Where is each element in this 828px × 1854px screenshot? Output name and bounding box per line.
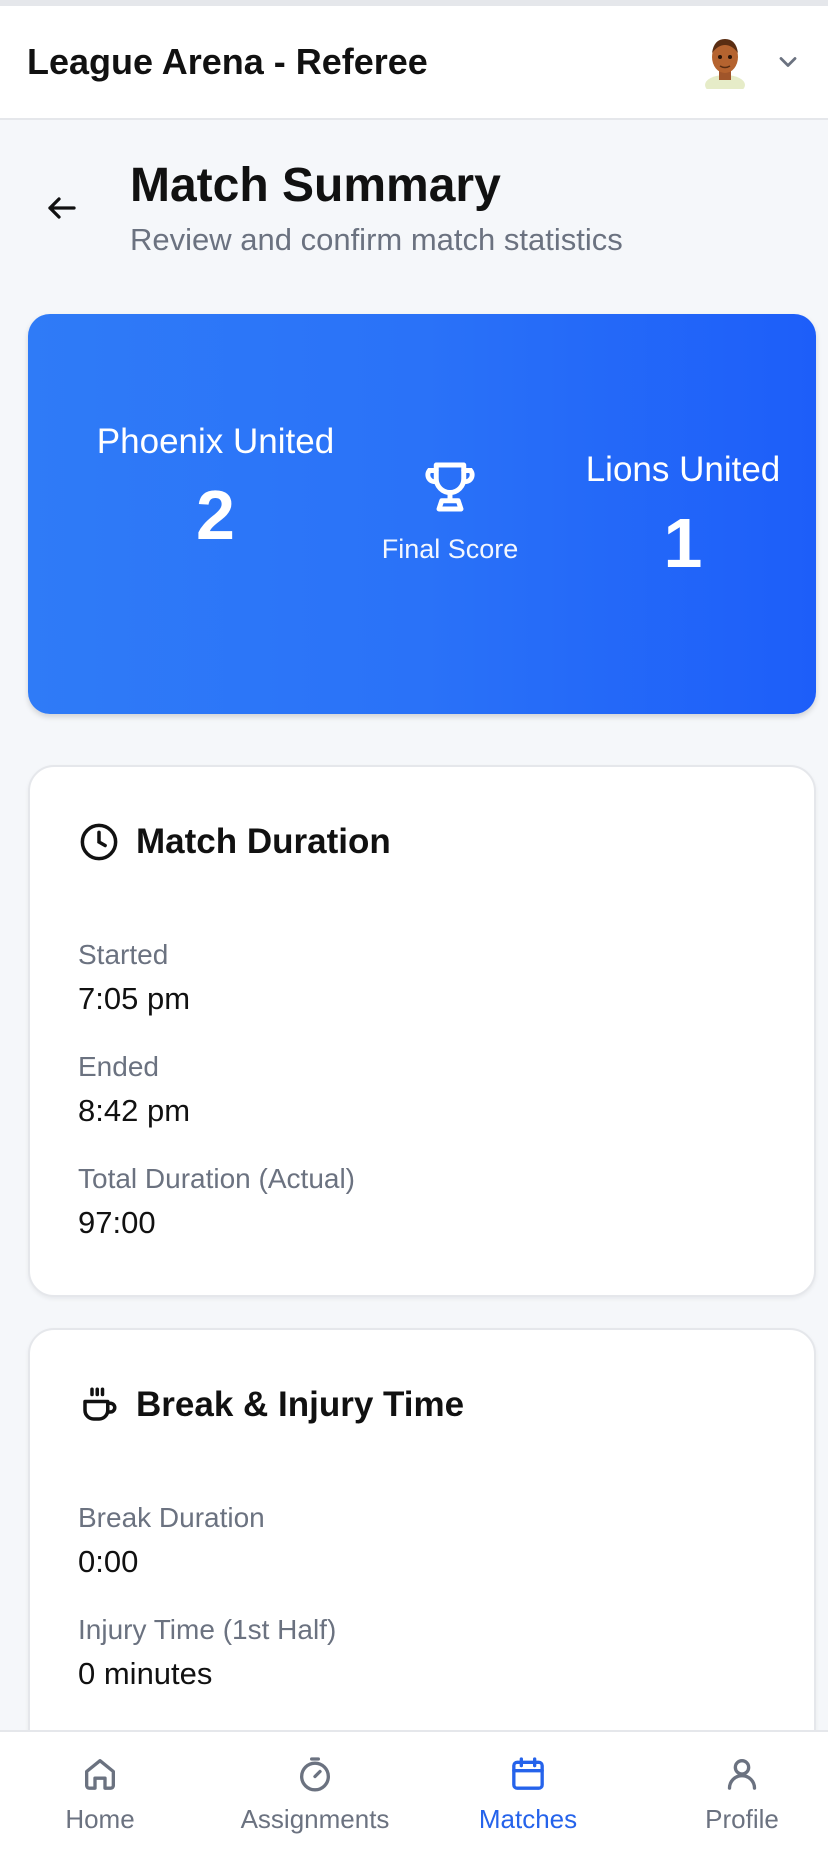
started-label: Started [78,939,169,970]
final-score-card: Phoenix United 2 Final Score Lions Unite… [28,314,816,714]
break-injury-header: Break & Injury Time [78,1384,464,1426]
started-value: 7:05 pm [78,981,191,1016]
injury-time-first-half-label: Injury Time (1st Half) [78,1614,337,1645]
nav-assignments[interactable]: Assignments [230,1732,400,1854]
user-icon [727,1759,757,1790]
break-injury-title: Break & Injury Time [136,1385,465,1424]
nav-assignments-label: Assignments [240,1804,390,1834]
nav-home[interactable]: Home [40,1732,160,1854]
clock-icon [80,823,118,861]
page-title: Match Summary [130,159,501,212]
app-bar: League Arena - Referee [0,6,828,120]
break-duration-value: 0:00 [78,1544,139,1579]
home-team-score: 2 [196,476,235,554]
chevron-down-icon[interactable] [774,48,802,76]
final-score-label-group: Final Score [346,454,554,565]
bottom-navigation: Home Assignments Matches Profile [0,1730,828,1854]
match-duration-header: Match Duration [78,821,391,863]
total-duration-value: 97:00 [78,1205,156,1240]
injury-time-first-half-value: 0 minutes [78,1656,213,1691]
nav-matches-label: Matches [478,1804,578,1834]
coffee-icon [83,1387,117,1421]
final-score-label: Final Score [381,534,519,564]
away-team-name: Lions United [585,450,781,489]
home-icon [85,1759,116,1790]
break-duration-field: Break Duration 0:00 [78,1500,265,1582]
total-duration-label: Total Duration (Actual) [78,1163,356,1194]
nav-profile[interactable]: Profile [682,1732,802,1854]
account-menu[interactable] [702,35,802,89]
ended-label: Ended [78,1051,159,1082]
app-title: League Arena - Referee [27,41,428,82]
trophy-icon [425,462,475,512]
page-header: Match Summary Review and confirm match s… [0,150,828,280]
started-field: Started 7:05 pm [78,937,190,1019]
user-avatar[interactable] [702,35,748,89]
stopwatch-icon [300,1757,330,1792]
nav-home-label: Home [65,1804,135,1834]
home-team-name: Phoenix United [96,422,335,461]
total-duration-field: Total Duration (Actual) 97:00 [78,1161,355,1243]
calendar-icon [512,1757,544,1790]
arrow-left-icon[interactable] [44,190,80,226]
nav-profile-label: Profile [705,1804,779,1834]
away-team: Lions United 1 [533,442,828,588]
match-duration-card: Match Duration Started 7:05 pm Ended 8:4… [28,765,816,1297]
nav-matches[interactable]: Matches [468,1732,588,1854]
away-team-score: 1 [663,504,703,582]
match-duration-title: Match Duration [136,822,391,861]
injury-time-first-half-field: Injury Time (1st Half) 0 minutes [78,1612,336,1694]
break-duration-label: Break Duration [78,1502,265,1533]
home-team: Phoenix United 2 [88,414,343,560]
ended-value: 8:42 pm [78,1093,191,1128]
ended-field: Ended 8:42 pm [78,1049,190,1131]
page-subtitle: Review and confirm match statistics [130,222,623,257]
